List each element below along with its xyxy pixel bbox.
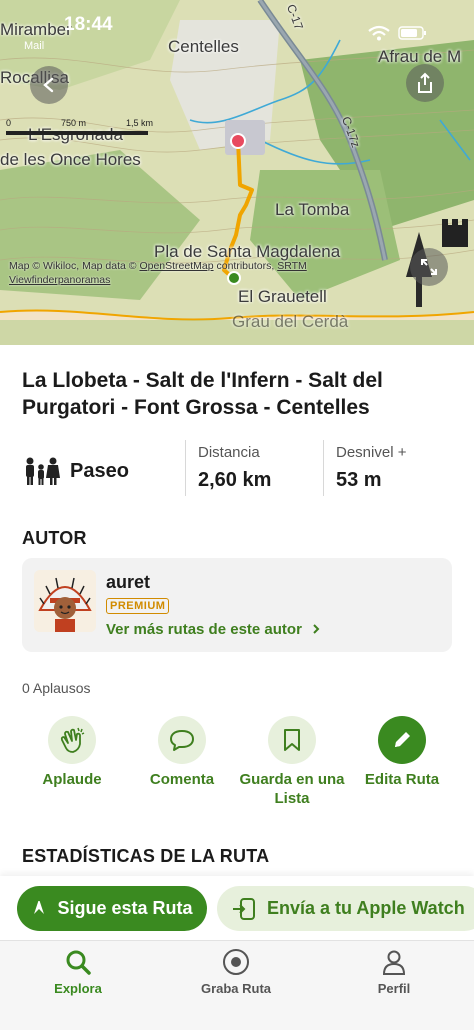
expand-icon [421,259,437,275]
back-button[interactable] [30,66,68,104]
viewfinder-link[interactable]: Viewfinderpanoramas [9,274,110,286]
profile-icon [382,950,406,975]
tab-label: Explora [54,981,102,996]
pencil-icon [395,732,410,747]
map-place-label: Miramber [0,20,72,39]
author-avatar-image [34,570,96,632]
comment-button[interactable]: Comenta [127,716,237,789]
map-place-label: El Grauetell [238,287,327,306]
route-stats-section-title: ESTADÍSTICAS DE LA RUTA [22,846,270,866]
applaud-button[interactable]: Aplaude [17,716,127,789]
srtm-link[interactable]: SRTM [277,260,307,272]
scale-label: 750 m [61,118,87,128]
elevation-value: 53 m [336,469,382,491]
applaud-label: Aplaude [42,771,102,788]
send-to-watch-icon [233,897,255,920]
distance-stat: Distancia 2,60 km [185,440,271,496]
navigation-arrow-icon [34,900,45,914]
share-icon [418,72,432,93]
follow-route-button[interactable]: Sigue esta Ruta [17,886,207,931]
author-section-title: AUTOR [22,528,87,548]
hiking-family-icon [26,457,60,485]
map-place-label: La Tomba [275,200,350,219]
edit-route-label: Edita Ruta [364,771,440,788]
tab-perfil[interactable]: Perfil [334,947,454,996]
applause-count: 0 Aplausos [22,680,91,696]
elevation-label: Desnivel + [336,444,407,461]
activity-type: Paseo [22,456,129,486]
castle-poi-icon[interactable] [438,215,472,249]
premium-badge: PREMIUM [106,598,170,614]
edit-icon-circle [378,716,426,764]
follow-route-label: Sigue esta Ruta [57,898,193,918]
map-place-label: de les Once Hores [0,150,141,169]
wifi-icon [368,25,390,41]
share-button[interactable] [406,64,444,102]
tab-graba-ruta[interactable]: Graba Ruta [176,947,296,996]
author-name[interactable]: auret [106,572,150,593]
osm-link[interactable]: OpenStreetMap [139,260,213,272]
route-end-marker[interactable] [229,132,247,150]
back-to-app-label[interactable]: Mail [24,40,44,52]
map-scale: 0 750 m 1,5 km [6,118,156,135]
scale-label: 0 [6,118,12,128]
clap-icon [60,727,85,753]
avatar[interactable] [34,570,96,632]
save-icon-circle [268,716,316,764]
distance-label: Distancia [198,444,260,461]
bookmark-icon [284,729,300,751]
expand-map-button[interactable] [410,248,448,286]
status-time: 18:44 [64,14,113,35]
save-to-list-button[interactable]: Guarda en una Lista [237,716,347,808]
attribution-text: contributors, [213,260,278,272]
edit-route-button[interactable]: Edita Ruta [347,716,457,789]
chevron-left-icon [43,77,54,93]
applaud-icon-circle [48,716,96,764]
send-to-watch-button[interactable]: Envía a tu Apple Watch [217,886,474,931]
tab-label: Graba Ruta [200,981,272,996]
save-to-list-label: Guarda en una Lista [239,771,345,807]
more-author-routes-link[interactable]: Ver más rutas de este autor [106,621,322,638]
activity-label: Paseo [70,459,129,482]
elevation-stat: Desnivel + 53 m [323,440,406,496]
record-icon [223,949,249,975]
comment-icon-circle [158,716,206,764]
search-icon [66,950,91,975]
more-author-routes-label: Ver más rutas de este autor [106,621,302,638]
route-summary-stats: Paseo Distancia 2,60 km Desnivel + 53 m [22,440,452,496]
tab-explora[interactable]: Explora [18,947,138,996]
map-attribution: Map © Wikiloc, Map data © OpenStreetMap … [9,259,307,287]
map-place-label: Grau del Cerdà [232,312,349,331]
distance-value: 2,60 km [198,469,272,491]
tab-label: Perfil [377,981,411,996]
cta-bar: Sigue esta Ruta Envía a tu Apple Watch [0,876,474,940]
chevron-right-icon [313,624,320,634]
map-place-label: Centelles [168,37,239,56]
comment-icon [170,730,194,751]
author-card[interactable]: auret PREMIUM Ver más rutas de este auto… [22,558,452,652]
attribution-text: Map © Wikiloc, Map data © [9,260,140,272]
send-to-watch-label: Envía a tu Apple Watch [267,898,465,918]
bottom-tab-bar: Explora Graba Ruta Perfil [0,940,474,1030]
route-title: La Llobeta - Salt de l'Infern - Salt del… [22,369,383,419]
scale-label: 1,5 km [126,118,154,128]
route-map[interactable]: Miramber Centelles Afrau de M Rocallisa … [0,0,474,345]
battery-icon [398,26,426,40]
comment-label: Comenta [149,771,215,788]
